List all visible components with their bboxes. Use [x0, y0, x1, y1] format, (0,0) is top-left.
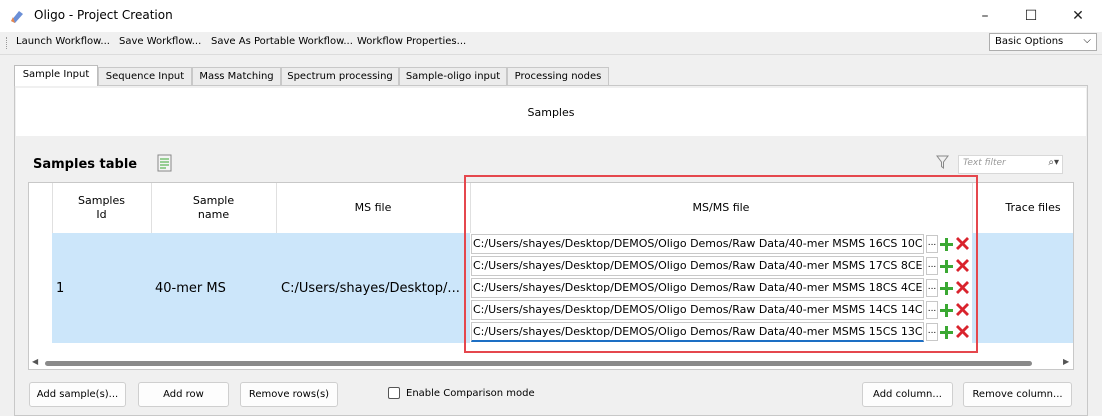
app-logo-icon	[11, 11, 23, 23]
text-filter-placeholder: Text filter	[963, 158, 1006, 168]
scrollbar-thumb[interactable]	[45, 361, 1032, 366]
options-select-value: Basic Options	[995, 36, 1064, 47]
cell-ms-file[interactable]: C:/Users/shayes/Desktop/...	[281, 281, 460, 296]
tab-sample-input[interactable]: Sample Input	[14, 65, 98, 86]
comparison-mode-checkbox[interactable]	[388, 387, 400, 399]
remove-column-button[interactable]: Remove column...	[963, 382, 1072, 407]
tab-sequence-input[interactable]: Sequence Input	[98, 67, 192, 85]
tab-sample-oligo-input[interactable]: Sample-oligo input	[399, 67, 507, 85]
workflow-properties-button[interactable]: Workflow Properties...	[357, 36, 466, 47]
column-header-ms-file[interactable]: MS file	[276, 183, 470, 233]
cell-sample-name[interactable]: 40-mer MS	[155, 281, 226, 296]
column-header-sample-name[interactable]: Sample name	[151, 183, 276, 233]
highlight-box	[464, 175, 978, 353]
window-title: Oligo - Project Creation	[34, 8, 173, 22]
scroll-left-icon[interactable]: ◀	[32, 357, 38, 366]
launch-workflow-button[interactable]: Launch Workflow...	[16, 36, 110, 47]
tab-processing-nodes[interactable]: Processing nodes	[507, 67, 609, 85]
close-icon[interactable]: ✕	[1055, 0, 1101, 32]
filter-icon[interactable]	[936, 155, 949, 169]
table-export-icon[interactable]	[156, 154, 174, 172]
samples-heading: Samples	[527, 106, 575, 119]
remove-rows-button[interactable]: Remove rows(s)	[240, 382, 338, 407]
column-header-samples-id[interactable]: Samples Id	[52, 183, 151, 233]
save-workflow-button[interactable]: Save Workflow...	[119, 36, 201, 47]
toolbar-grip	[6, 37, 9, 49]
options-select[interactable]: Basic Options ⌵	[989, 33, 1097, 51]
tab-spectrum-processing[interactable]: Spectrum processing	[281, 67, 399, 85]
text-filter-input[interactable]: Text filter ⌕▾	[958, 155, 1063, 174]
chevron-down-icon: ⌵	[1083, 35, 1091, 46]
comparison-mode-label: Enable Comparison mode	[406, 388, 535, 399]
search-icon[interactable]: ⌕▾	[1048, 157, 1059, 168]
add-column-button[interactable]: Add column...	[862, 382, 953, 407]
title-bar: Oligo - Project Creation – ☐ ✕	[0, 0, 1102, 32]
samples-table-title: Samples table	[33, 157, 138, 172]
add-row-button[interactable]: Add row	[138, 382, 229, 407]
save-portable-workflow-button[interactable]: Save As Portable Workflow...	[211, 36, 353, 47]
maximize-icon[interactable]: ☐	[1008, 0, 1054, 32]
add-samples-button[interactable]: Add sample(s)...	[29, 382, 126, 407]
cell-sample-id[interactable]: 1	[56, 281, 64, 296]
column-header-trace-files[interactable]: Trace files	[972, 183, 1094, 233]
minimize-icon[interactable]: –	[962, 0, 1008, 32]
scroll-right-icon[interactable]: ▶	[1063, 357, 1069, 366]
tab-mass-matching[interactable]: Mass Matching	[192, 67, 281, 85]
